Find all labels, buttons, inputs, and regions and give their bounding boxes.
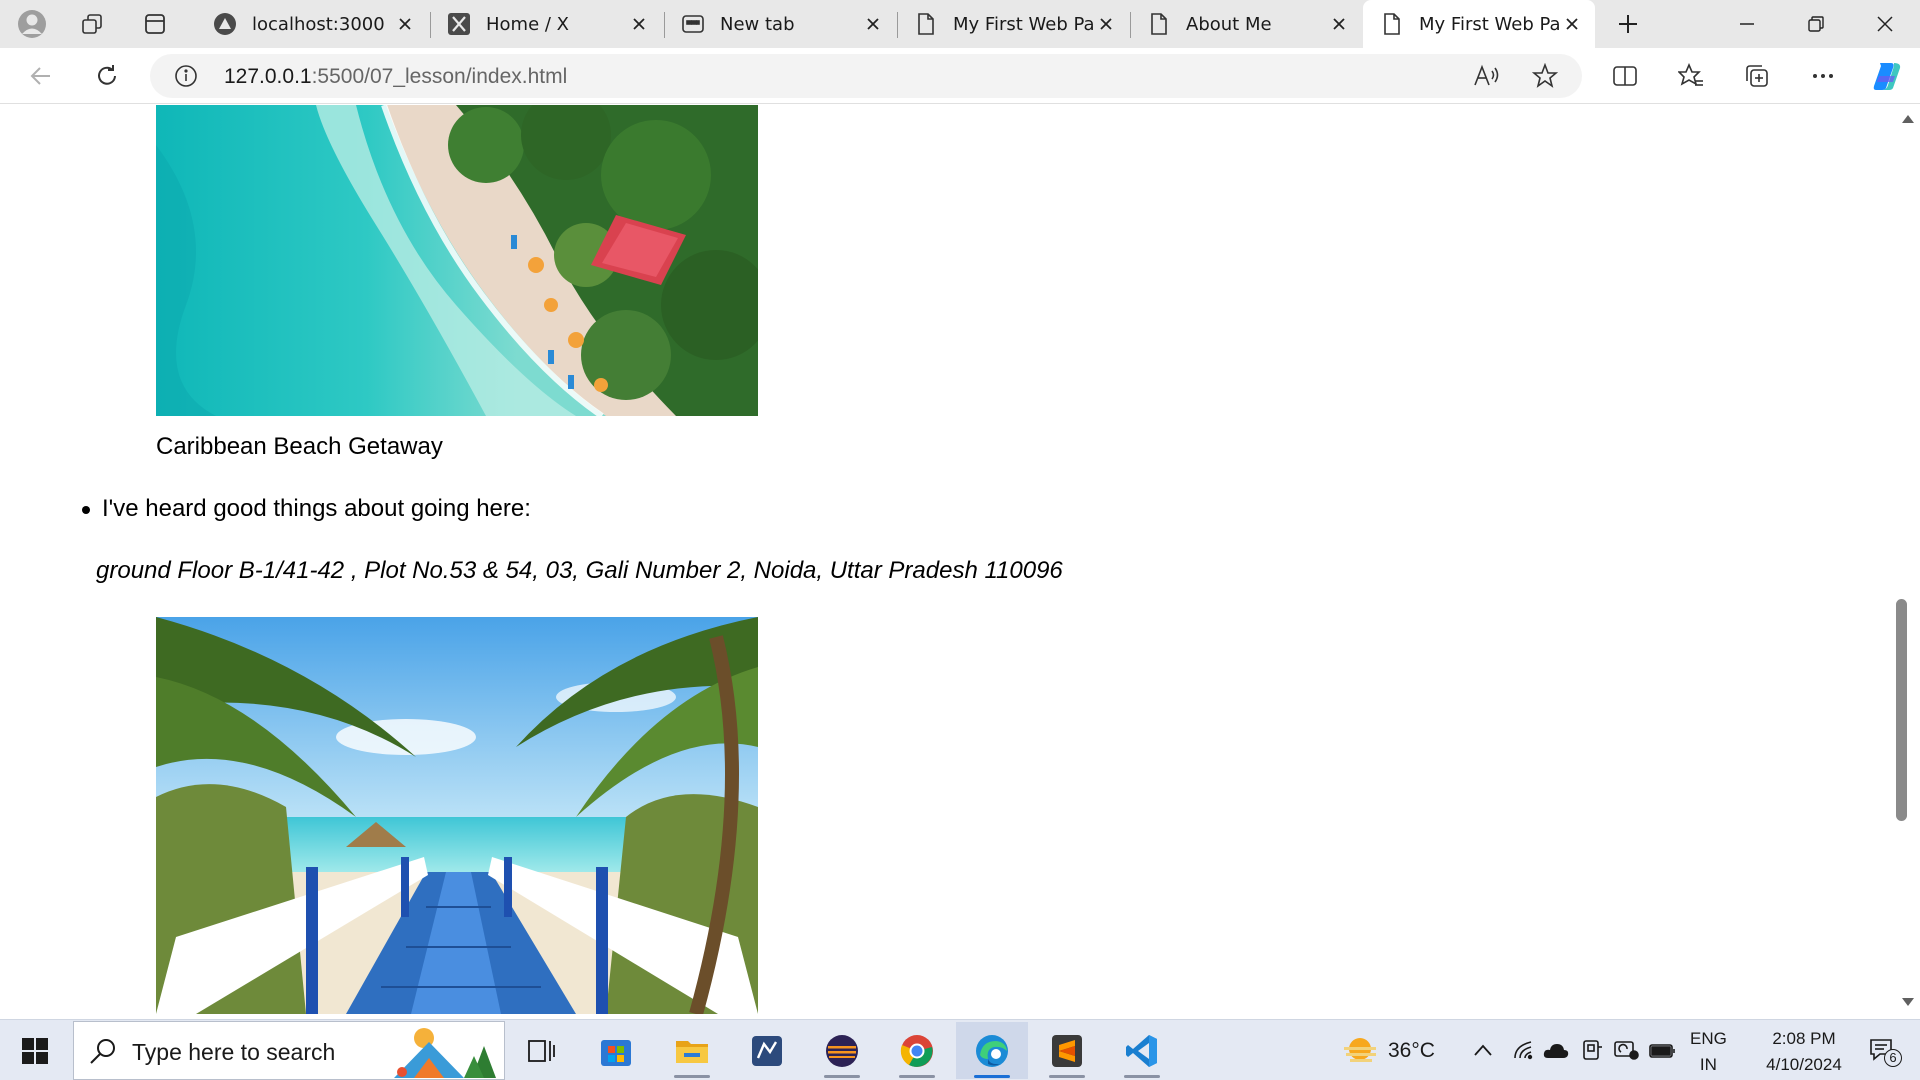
tab-title: About Me (1186, 13, 1272, 35)
notification-center-button[interactable]: 6 (1856, 1032, 1906, 1072)
region-code: IN (1699, 1055, 1717, 1074)
triangle-site-icon (212, 11, 238, 37)
copilot-icon[interactable] (1866, 55, 1908, 97)
close-tab-icon[interactable] (1093, 11, 1119, 37)
search-icon (88, 1036, 118, 1066)
favorites-icon[interactable] (1670, 55, 1712, 97)
tab-title: Home / X (486, 13, 569, 35)
chrome-icon[interactable] (881, 1022, 953, 1079)
web-page: Caribbean Beach Getaway I've heard good … (6, 105, 1886, 1014)
page-icon (1379, 11, 1405, 37)
info-icon[interactable] (174, 64, 198, 88)
list-item: I've heard good things about going here: (82, 495, 531, 523)
windows-start-icon[interactable] (0, 1020, 70, 1080)
profile-avatar-icon[interactable] (12, 4, 52, 44)
new-tab-page-icon (680, 11, 706, 37)
collections-icon[interactable] (1736, 55, 1778, 97)
refresh-icon[interactable] (86, 55, 128, 97)
x-logo-icon (446, 11, 472, 37)
language-code: ENG (1690, 1029, 1727, 1048)
temperature-text: 36°C (1388, 1038, 1435, 1062)
windows-taskbar: Type here to search 36°C ENG IN 2:08 PM … (0, 1019, 1920, 1080)
back-arrow-icon[interactable] (20, 55, 62, 97)
url-path: :5500/07_lesson/index.html (311, 65, 568, 88)
task-view-icon[interactable] (505, 1022, 577, 1079)
boardwalk-beach-photo (156, 617, 758, 1014)
close-tab-icon[interactable] (626, 11, 652, 37)
taskbar-search-box[interactable]: Type here to search (73, 1021, 505, 1080)
workspaces-icon[interactable] (72, 4, 112, 44)
battery-icon[interactable] (1648, 1036, 1676, 1064)
more-options-icon[interactable] (1802, 55, 1844, 97)
tab-my-first-web-page-active[interactable]: My First Web Pag (1363, 0, 1595, 48)
tab-about-me[interactable]: About Me (1130, 0, 1362, 48)
vertical-scrollbar[interactable] (1895, 105, 1920, 1014)
address-text: ground Floor B-1/41-42 , Plot No.53 & 54… (96, 557, 1063, 584)
bullet-marker (82, 506, 90, 514)
input-language-indicator[interactable]: ENG IN (1690, 1026, 1727, 1078)
beach-aerial-photo (156, 105, 758, 416)
tab-home-x[interactable]: Home / X (430, 0, 662, 48)
read-aloud-icon[interactable] (1472, 63, 1500, 89)
tab-title: My First Web Pag (953, 13, 1093, 35)
remote-app-icon[interactable] (731, 1022, 803, 1079)
microsoft-store-icon[interactable] (580, 1022, 652, 1079)
edge-icon[interactable] (956, 1022, 1028, 1079)
sublime-text-icon[interactable] (1031, 1022, 1103, 1079)
vertical-tabs-icon[interactable] (135, 4, 175, 44)
url-host: 127.0.0.1 (224, 65, 312, 88)
browser-toolbar: 127.0.0.1:5500/07_lesson/index.html (0, 48, 1920, 104)
page-viewport: Caribbean Beach Getaway I've heard good … (6, 105, 1895, 1014)
show-hidden-icons-chevron-icon[interactable] (1469, 1036, 1497, 1064)
close-tab-icon[interactable] (1559, 11, 1585, 37)
meet-now-icon[interactable] (1578, 1036, 1606, 1064)
list-item-text: I've heard good things about going here: (102, 495, 531, 522)
search-placeholder: Type here to search (132, 1039, 336, 1065)
network-wifi-icon[interactable] (1509, 1036, 1537, 1064)
clock-time: 2:08 PM (1772, 1029, 1836, 1048)
tab-title: My First Web Pag (1419, 13, 1559, 35)
favorite-star-icon[interactable] (1532, 63, 1558, 89)
image-caption: Caribbean Beach Getaway (156, 433, 443, 460)
split-screen-icon[interactable] (1604, 55, 1646, 97)
new-tab-plus-icon[interactable] (1608, 4, 1648, 44)
close-window-icon[interactable] (1850, 0, 1920, 48)
system-clock[interactable]: 2:08 PM 4/10/2024 (1746, 1026, 1862, 1078)
tab-localhost[interactable]: localhost:3000 (196, 0, 428, 48)
vs-code-icon[interactable] (1106, 1022, 1178, 1079)
address-bar[interactable]: 127.0.0.1:5500/07_lesson/index.html (150, 54, 1582, 98)
clock-date: 4/10/2024 (1766, 1055, 1842, 1074)
file-explorer-icon[interactable] (656, 1022, 728, 1079)
page-icon (1146, 11, 1172, 37)
scroll-down-arrow-icon[interactable] (1895, 994, 1920, 1010)
notification-count-badge: 6 (1884, 1049, 1902, 1067)
tab-strip: localhost:3000 Home / X New tab My First… (0, 0, 1920, 48)
onedrive-cloud-icon[interactable] (1542, 1036, 1570, 1064)
device-sync-icon[interactable] (1612, 1036, 1640, 1064)
search-highlight-illustration (384, 1024, 504, 1080)
close-tab-icon[interactable] (860, 11, 886, 37)
tab-new-tab[interactable]: New tab (664, 0, 896, 48)
eclipse-icon[interactable] (806, 1022, 878, 1079)
scroll-up-arrow-icon[interactable] (1895, 111, 1920, 127)
page-icon (913, 11, 939, 37)
restore-icon[interactable] (1781, 0, 1851, 48)
url-text[interactable]: 127.0.0.1:5500/07_lesson/index.html (224, 65, 567, 89)
minimize-icon[interactable] (1712, 0, 1782, 48)
sunny-haze-icon (1340, 1031, 1380, 1071)
tab-my-first-web-page[interactable]: My First Web Pag (897, 0, 1129, 48)
scrollbar-thumb[interactable] (1896, 599, 1907, 821)
close-tab-icon[interactable] (392, 11, 418, 37)
close-tab-icon[interactable] (1326, 11, 1352, 37)
tab-title: New tab (720, 13, 795, 35)
weather-widget[interactable]: 36°C (1340, 1020, 1435, 1080)
tab-title: localhost:3000 (252, 13, 385, 35)
